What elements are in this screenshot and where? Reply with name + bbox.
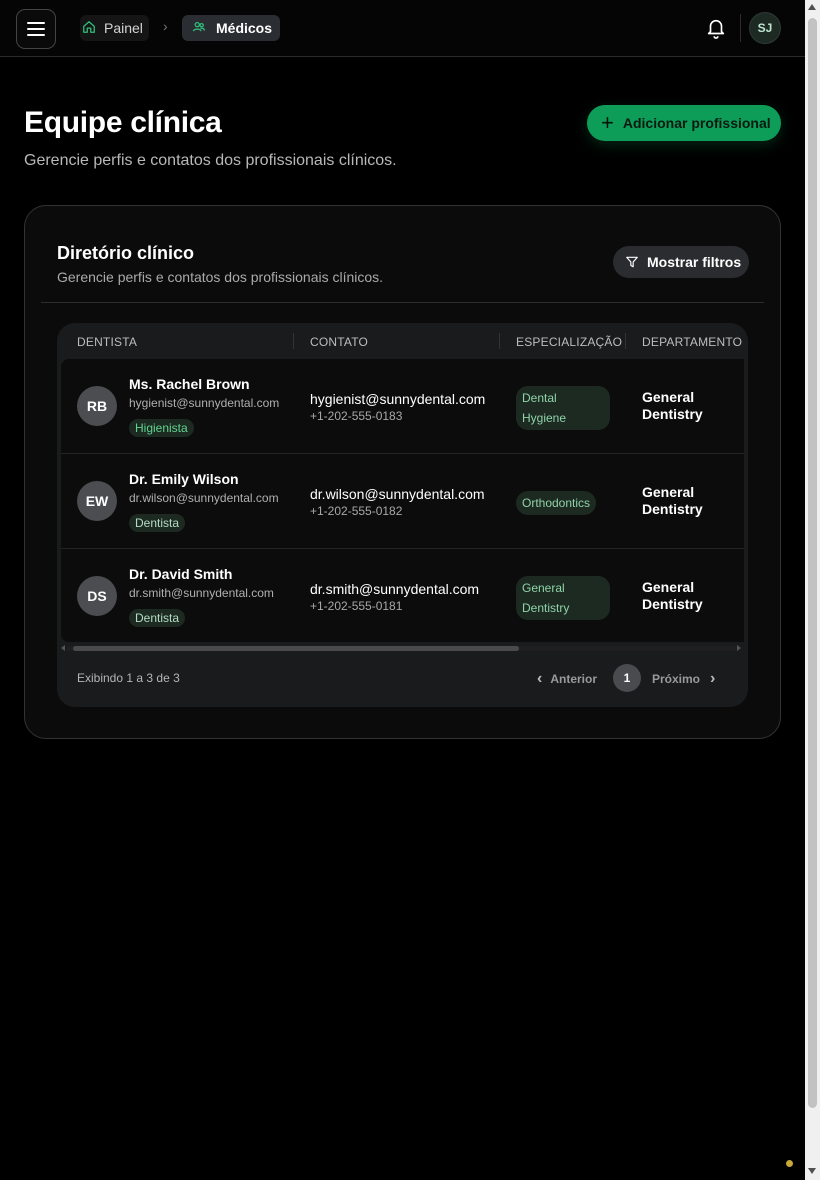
department: General Dentistry — [642, 484, 703, 518]
column-divider — [499, 333, 500, 349]
previous-page-button[interactable]: ‹ Anterior — [537, 670, 597, 688]
specialization-line: Dentistry — [522, 601, 570, 615]
breadcrumb-home[interactable]: Painel — [80, 15, 149, 41]
horizontal-scrollbar[interactable] — [57, 643, 748, 653]
menu-button[interactable] — [16, 9, 56, 49]
role-badge: Higienista — [129, 419, 194, 437]
chevron-right-icon: › — [163, 18, 168, 34]
department-line: Dentistry — [642, 596, 703, 612]
directory-title: Diretório clínico — [57, 243, 195, 263]
professional-email: hygienist@sunnydental.com — [129, 396, 280, 410]
professionals-table: DENTISTA CONTATO ESPECIALIZAÇÃO DEPARTAM… — [57, 323, 748, 707]
breadcrumb-current[interactable]: Médicos — [182, 15, 281, 41]
specialization-line: Hygiene — [522, 411, 567, 425]
results-count: Exibindo 1 a 3 de 3 — [77, 671, 180, 685]
table-row[interactable]: EW Dr. Emily Wilson dr.wilson@sunnydenta… — [61, 454, 744, 549]
department-line: General — [642, 484, 695, 500]
specialization-line: Dental — [522, 391, 557, 405]
avatar: EW — [77, 481, 117, 521]
role-badge: Dentista — [129, 514, 186, 532]
directory-subtitle: Gerencie perfis e contatos dos profissio… — [57, 269, 384, 285]
column-header-contact[interactable]: CONTATO — [310, 335, 368, 349]
next-page-button[interactable]: Próximo › — [652, 670, 715, 688]
hamburger-icon — [27, 22, 45, 36]
users-icon — [192, 20, 206, 37]
department: General Dentistry — [642, 579, 703, 613]
contact-phone: +1-202-555-0183 — [310, 409, 403, 423]
previous-page-label: Anterior — [550, 672, 597, 686]
add-professional-button[interactable]: + Adicionar profissional — [587, 105, 781, 141]
department-line: Dentistry — [642, 406, 703, 422]
contact-phone: +1-202-555-0182 — [310, 504, 403, 518]
professional-email: dr.smith@sunnydental.com — [129, 586, 274, 600]
directory-card: Diretório clínico Gerencie perfis e cont… — [24, 205, 781, 739]
professional-name: Dr. Emily Wilson — [129, 471, 239, 487]
contact-email[interactable]: dr.wilson@sunnydental.com — [310, 486, 485, 502]
home-icon — [82, 20, 96, 37]
specialization-badge: Orthodontics — [516, 491, 597, 515]
show-filters-label: Mostrar filtros — [647, 254, 742, 270]
scroll-thumb[interactable] — [73, 646, 519, 651]
professional-email: dr.wilson@sunnydental.com — [129, 491, 279, 505]
specialization-line: General — [522, 581, 565, 595]
page-title: Equipe clínica — [24, 106, 222, 139]
column-header-dentist[interactable]: DENTISTA — [77, 335, 137, 349]
divider — [41, 302, 764, 303]
specialization-badge: Dental Hygiene — [516, 386, 610, 430]
filter-icon — [626, 256, 638, 268]
professional-name: Ms. Rachel Brown — [129, 376, 250, 392]
chevron-right-icon: › — [710, 670, 716, 687]
avatar: DS — [77, 576, 117, 616]
contact-phone: +1-202-555-0181 — [310, 599, 403, 613]
role-badge: Dentista — [129, 609, 186, 627]
status-dot — [786, 1160, 793, 1167]
vertical-scrollbar[interactable] — [805, 0, 820, 1180]
department: General Dentistry — [642, 389, 703, 423]
table-row[interactable]: RB Ms. Rachel Brown hygienist@sunnydenta… — [61, 359, 744, 454]
avatar: RB — [77, 386, 117, 426]
scroll-left-icon[interactable] — [61, 645, 65, 651]
top-bar: Painel › Médicos SJ — [0, 0, 805, 57]
department-line: General — [642, 389, 695, 405]
professional-name: Dr. David Smith — [129, 566, 233, 582]
table-body: RB Ms. Rachel Brown hygienist@sunnydenta… — [61, 359, 744, 642]
column-header-department[interactable]: DEPARTAMENTO — [642, 335, 742, 349]
column-header-specialization[interactable]: ESPECIALIZAÇÃO — [516, 335, 622, 349]
contact-email[interactable]: hygienist@sunnydental.com — [310, 391, 485, 407]
column-divider — [293, 333, 294, 349]
department-line: General — [642, 579, 695, 595]
show-filters-button[interactable]: Mostrar filtros — [613, 246, 749, 278]
table-header: DENTISTA CONTATO ESPECIALIZAÇÃO DEPARTAM… — [57, 323, 748, 359]
page-subtitle: Gerencie perfis e contatos dos profissio… — [24, 152, 397, 169]
scroll-down-icon[interactable] — [808, 1168, 816, 1174]
scroll-thumb[interactable] — [808, 18, 817, 1108]
page-number-button[interactable]: 1 — [613, 664, 641, 692]
table-row[interactable]: DS Dr. David Smith dr.smith@sunnydental.… — [61, 549, 744, 644]
user-avatar[interactable]: SJ — [749, 12, 781, 44]
scroll-right-icon[interactable] — [737, 645, 741, 651]
breadcrumb-current-label: Médicos — [216, 20, 273, 36]
breadcrumb-home-label: Painel — [104, 20, 143, 36]
bell-icon[interactable] — [705, 16, 727, 40]
scroll-up-icon[interactable] — [808, 4, 816, 10]
divider — [740, 14, 741, 42]
add-professional-label: Adicionar profissional — [622, 115, 771, 131]
column-divider — [625, 333, 626, 349]
department-line: Dentistry — [642, 501, 703, 517]
plus-icon: + — [601, 110, 614, 135]
specialization-badge: General Dentistry — [516, 576, 610, 620]
chevron-left-icon: ‹ — [537, 670, 543, 687]
contact-email[interactable]: dr.smith@sunnydental.com — [310, 581, 479, 597]
next-page-label: Próximo — [652, 672, 701, 686]
